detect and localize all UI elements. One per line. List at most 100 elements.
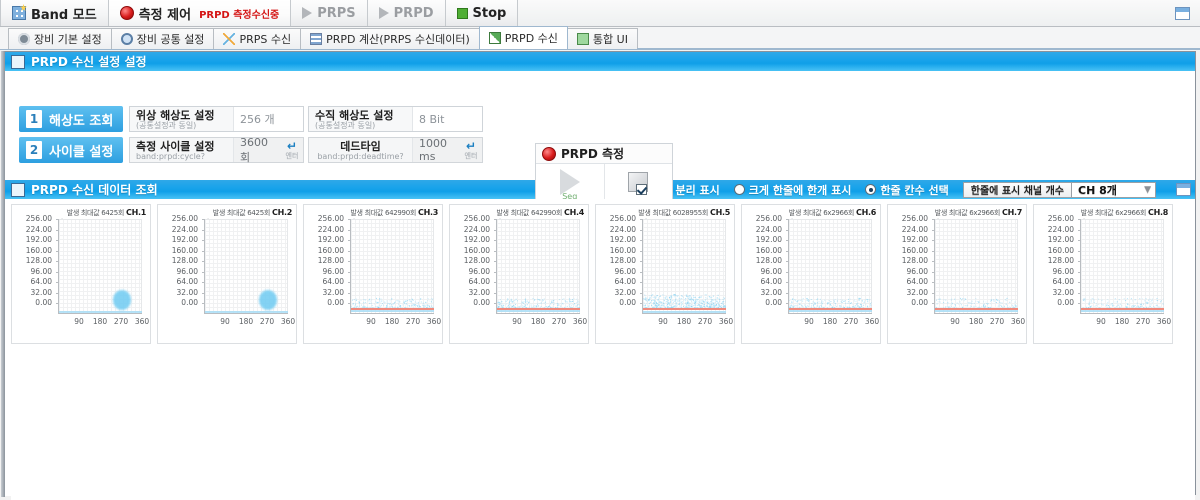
y-axis-tick-label: 128.00 (450, 256, 498, 267)
tab-label: PRPS 수신 (239, 33, 292, 46)
x-axis-tick-label: 270 (551, 317, 567, 326)
chart-ch1[interactable]: 발생 최대값 6425회CH.1계: 90.002256.00224.00192… (11, 204, 151, 344)
chart-ch5[interactable]: 발생 최대값 6028955회CH.5계: 13.839.960256.0022… (595, 204, 735, 344)
y-axis-tick-label: 256.00 (304, 214, 352, 225)
scatter-points (351, 219, 434, 313)
y-axis-tick-label: 160.00 (12, 246, 60, 257)
field-label: 데드타임 (340, 139, 381, 153)
y-axis-tick-label: 64.00 (158, 277, 206, 288)
y-axis-ticks: 256.00 224.00 192.00 160.00 128.00 96.00 64.00… (742, 214, 790, 309)
y-axis-tick-label: 160.00 (450, 246, 498, 257)
chart-grid-area: 발생 최대값 6425회CH.1계: 90.002256.00224.00192… (5, 199, 1195, 500)
field-vertical-resolution[interactable]: 수직 해상도 설정 (공통설정과 동일) 8 Bit (308, 106, 483, 132)
toolbar-button-label: PRPS (317, 5, 356, 21)
one-per-row-radio[interactable]: 크게 한줄에 한개 표시 (733, 182, 851, 198)
application-window: Band 모드 측정 제어 PRPD 측정수신중 PRPS PRPD Stop … (0, 0, 1200, 500)
chart-plot-area (934, 219, 1018, 314)
tab-device-common[interactable]: 장비 공통 설정 (110, 28, 215, 49)
x-axis-tick-label: 270 (1135, 317, 1151, 326)
baseline-band (205, 310, 288, 313)
y-axis-tick-label: 256.00 (742, 214, 790, 225)
chart-ch7[interactable]: 발생 최대값 6x2966회CH.7계: 4.623.360256.00224.… (887, 204, 1027, 344)
enter-label: 엔터 (464, 152, 478, 160)
field-value: 8 Bit (419, 112, 445, 126)
x-axis-tick-label: 90 (74, 317, 84, 326)
y-axis-tick-label: 160.00 (304, 246, 352, 257)
columns-select-label: 한줄 칸수 선택 (880, 183, 949, 197)
toolbar-button-prps[interactable]: PRPS (291, 0, 368, 26)
field-measure-cycle[interactable]: 측정 사이클 설정 band:prpd:cycle? 3600 회 ↵ 엔터 (129, 136, 304, 164)
field-label-block: 수직 해상도 설정 (공통설정과 동일) (309, 107, 413, 131)
tab-device-basic[interactable]: 장비 기본 설정 (8, 28, 112, 49)
gear-icon (18, 33, 30, 45)
field-label: 수직 해상도 설정 (315, 108, 394, 122)
y-axis-ticks: 256.00 224.00 192.00 160.00 128.00 96.00 64.00… (1034, 214, 1082, 309)
x-axis-tick-label: 180 (238, 317, 254, 326)
enter-button[interactable]: ↵ 엔터 (460, 138, 482, 162)
toolbar-button-prpd[interactable]: PRPD (367, 0, 446, 26)
y-axis-tick-label: 256.00 (12, 214, 60, 225)
y-axis-tick-label: 64.00 (304, 277, 352, 288)
baseline-band (497, 310, 580, 313)
y-axis-tick-label: 64.00 (742, 277, 790, 288)
toolbar-button-measure-control[interactable]: 측정 제어 PRPD 측정수신중 (108, 0, 292, 26)
field-sublabel: (공통설정과 동일) (136, 120, 197, 130)
enter-button[interactable]: ↵ 엔터 (281, 138, 303, 162)
data-section-title: PRPD 수신 데이터 조회 (31, 183, 158, 197)
y-axis-tick-label: 160.00 (596, 246, 644, 257)
y-axis-ticks: 256.00 224.00 192.00 160.00 128.00 96.00 64.00… (12, 214, 60, 309)
tab-prpd-recv[interactable]: PRPD 수신 (478, 26, 568, 49)
x-axis-tick-label: 360 (864, 317, 880, 326)
ui-icon (576, 33, 589, 45)
y-axis-tick-label: 0.00 (1034, 298, 1082, 309)
chart-ch2[interactable]: 발생 최대값 6425회CH.2계: 90.002256.00224.00192… (157, 204, 297, 344)
columns-count-value: CH 8개 (1078, 183, 1117, 197)
dots-panel-icon (11, 182, 25, 197)
tab-prps-recv[interactable]: PRPS 수신 (213, 28, 302, 49)
step-badge-resolution[interactable]: 1 해상도 조회 (19, 106, 123, 132)
tab-integrated-ui[interactable]: 통합 UI (566, 28, 638, 49)
tab-label: 통합 UI (592, 33, 628, 46)
chart-ch6[interactable]: 발생 최대값 6x2966회CH.6계: 4.623.360256.00224.… (741, 204, 881, 344)
field-dead-time[interactable]: 데드타임 band:prpd:deadtime? 1000 ms ↵ 엔터 (308, 137, 483, 163)
y-axis-tick-label: 96.00 (742, 267, 790, 278)
columns-select-radio[interactable]: 한줄 칸수 선택 (865, 182, 949, 198)
x-axis-tick-label: 360 (280, 317, 296, 326)
y-axis-ticks: 256.00 224.00 192.00 160.00 128.00 96.00 64.00… (888, 214, 936, 309)
x-axis-tick-label: 90 (950, 317, 960, 326)
threshold-line (351, 308, 434, 310)
x-axis-tick-label: 90 (1096, 317, 1106, 326)
columns-count-select[interactable]: CH 8개 ▼ (1072, 181, 1156, 198)
empty-workspace (11, 344, 1195, 500)
chart-plot-area (58, 219, 142, 314)
y-axis-tick-label: 0.00 (742, 298, 790, 309)
field-value: 256 개 (240, 113, 275, 126)
step-number: 2 (26, 141, 42, 159)
x-axis-tick-label: 180 (530, 317, 546, 326)
tab-prpd-calc[interactable]: PRPD 계산(PRPS 수신데이터) (300, 28, 480, 49)
x-axis-tick-label: 180 (384, 317, 400, 326)
window-icon[interactable] (1175, 6, 1190, 20)
y-axis-tick-label: 160.00 (1034, 246, 1082, 257)
y-axis-tick-label: 128.00 (742, 256, 790, 267)
chart-channel-label: CH.1 (126, 208, 146, 217)
magnifier-icon (120, 33, 133, 45)
scatter-points (59, 219, 142, 313)
toolbar-button-stop[interactable]: Stop (445, 0, 519, 26)
chevron-down-icon: ▼ (1144, 184, 1151, 195)
chart-ch3[interactable]: 발생 최대값 642990회CH.3계: 13.839.960256.00224… (303, 204, 443, 344)
x-axis-tick-label: 360 (426, 317, 442, 326)
y-axis-tick-label: 256.00 (888, 214, 936, 225)
x-axis-tick-label: 360 (134, 317, 150, 326)
toolbar-button-band-mode[interactable]: Band 모드 (0, 0, 109, 26)
threshold-line (935, 308, 1018, 310)
chart-ch4[interactable]: 발생 최대값 642990회CH.4계: 13.839.960256.00224… (449, 204, 589, 344)
window-icon[interactable] (1176, 183, 1191, 196)
x-axis-tick-label: 270 (259, 317, 275, 326)
baseline-band (643, 310, 726, 313)
field-phase-resolution[interactable]: 위상 해상도 설정 (공통설정과 동일) 256 개 (129, 106, 304, 132)
y-axis-tick-label: 96.00 (596, 267, 644, 278)
chart-ch8[interactable]: 발생 최대값 6x2966회CH.8계: 4.623.360256.00224.… (1033, 204, 1173, 344)
step-badge-cycle[interactable]: 2 사이클 설정 (19, 137, 123, 163)
y-axis-tick-label: 0.00 (158, 298, 206, 309)
